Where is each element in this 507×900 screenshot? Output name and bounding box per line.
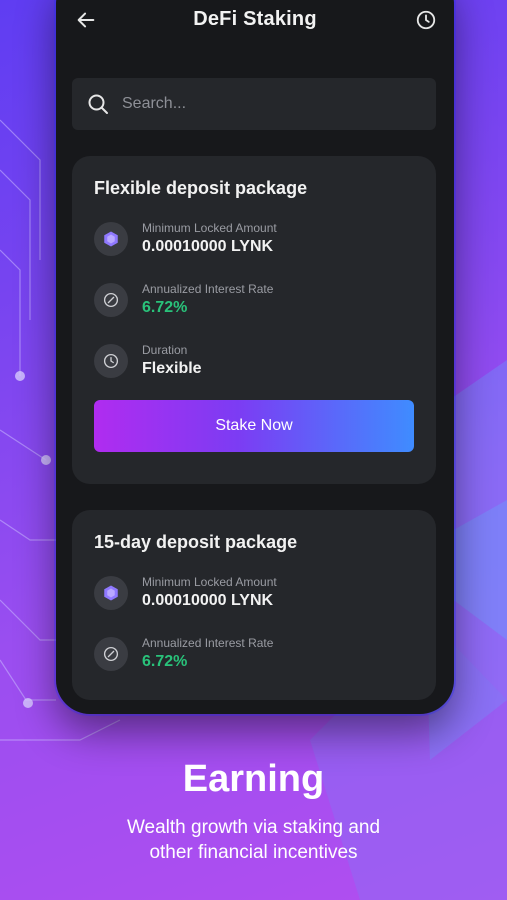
interest-rate-label: Annualized Interest Rate: [142, 636, 274, 650]
history-button[interactable]: [412, 6, 440, 34]
search-icon: [88, 94, 108, 114]
token-icon: [94, 222, 128, 256]
clock-icon: [416, 10, 436, 30]
search-input[interactable]: [122, 95, 402, 113]
duration-row: Duration Flexible: [94, 339, 414, 383]
promo-heading: Earning: [182, 758, 325, 800]
stake-now-button[interactable]: Stake Now: [94, 400, 414, 452]
percent-circle-icon: [94, 637, 128, 671]
interest-rate-label: Annualized Interest Rate: [142, 282, 274, 296]
promo-subtitle-line-1: Wealth growth via staking and: [126, 817, 381, 838]
phone-frame: DeFi Staking Flexible deposit package Mi…: [56, 0, 454, 714]
promo-subtitle: Wealth growth via staking and other fina…: [0, 815, 507, 865]
min-locked-row: Minimum Locked Amount 0.00010000 LYNK: [94, 217, 414, 261]
min-locked-label: Minimum Locked Amount: [142, 221, 277, 235]
interest-rate-row: Annualized Interest Rate 6.72%: [94, 278, 414, 322]
interest-rate-row: Annualized Interest Rate 6.72%: [94, 632, 414, 676]
min-locked-value: 0.00010000 LYNK: [142, 592, 274, 609]
interest-rate-value: 6.72%: [142, 653, 188, 670]
interest-rate-value: 6.72%: [142, 299, 188, 316]
token-icon: [94, 576, 128, 610]
duration-value: Flexible: [142, 360, 202, 377]
page-title: DeFi Staking: [193, 8, 317, 30]
promo-subtitle-line-2: other financial incentives: [149, 842, 358, 863]
package-title: 15-day deposit package: [94, 532, 298, 552]
min-locked-label: Minimum Locked Amount: [142, 575, 277, 589]
min-locked-row: Minimum Locked Amount 0.00010000 LYNK: [94, 571, 414, 615]
package-title: Flexible deposit package: [94, 178, 308, 198]
package-card-flexible: Flexible deposit package Minimum Locked …: [72, 156, 436, 484]
min-locked-value: 0.00010000 LYNK: [142, 238, 274, 255]
percent-circle-icon: [94, 283, 128, 317]
search-bar: [72, 78, 436, 130]
clock-icon: [94, 344, 128, 378]
package-card-15-day: 15-day deposit package Minimum Locked Am…: [72, 510, 436, 700]
duration-label: Duration: [142, 343, 188, 357]
top-bar: DeFi Staking: [56, 0, 454, 44]
